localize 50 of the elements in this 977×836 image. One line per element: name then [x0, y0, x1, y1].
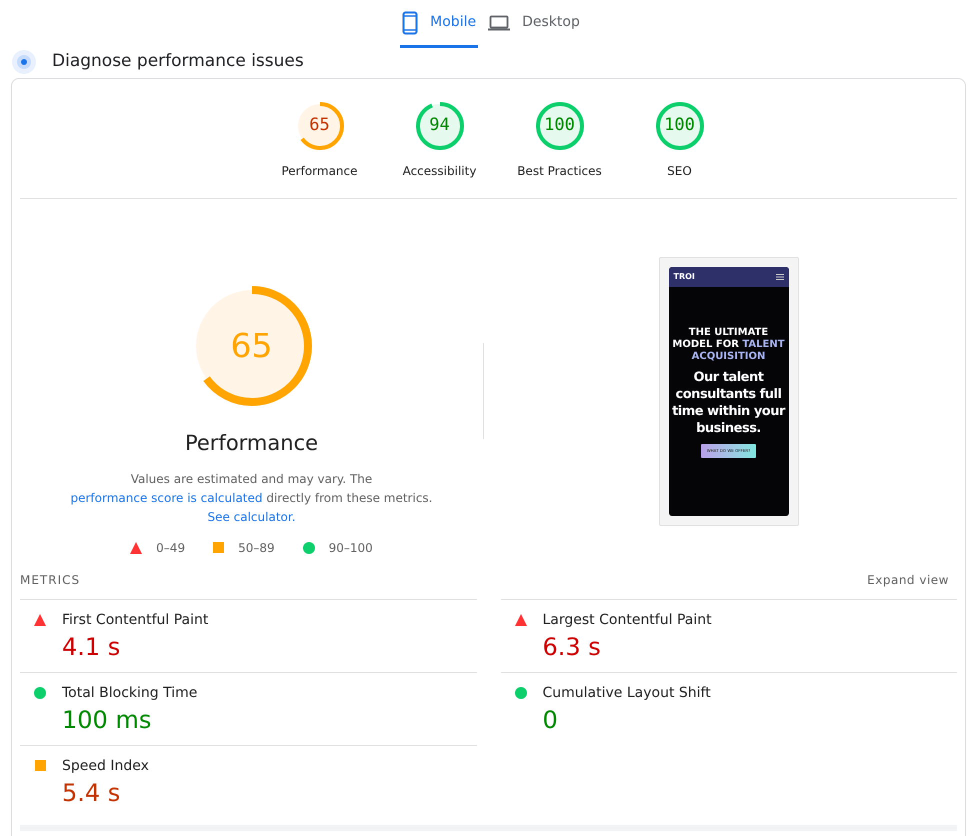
description-link[interactable]: See calculator.: [207, 510, 296, 524]
menu-icon: [776, 274, 784, 280]
site-headline: THE ULTIMATE MODEL FOR TALENT ACQUISITION: [671, 327, 786, 363]
gauge-label: SEO: [667, 163, 692, 180]
metric-name: Largest Contentful Paint: [542, 612, 712, 628]
rating-icon: [34, 614, 46, 626]
device-tab[interactable]: Mobile: [400, 0, 478, 48]
gauge-label: Accessibility: [402, 163, 476, 180]
metric-name: First Contentful Paint: [62, 612, 208, 628]
legend-icon: [213, 542, 224, 553]
legend-icon: [302, 542, 315, 554]
rating-icon: [34, 686, 46, 698]
metric-value: 6.3 s: [542, 632, 602, 662]
radar-icon: [12, 50, 36, 74]
site-subheading: Our talent consultants full time within your business.: [671, 369, 786, 437]
score-gauge: [296, 102, 344, 150]
metric-name: Speed Index: [62, 758, 149, 774]
score-gauge: [656, 102, 704, 150]
score-gauge: [416, 102, 464, 150]
laptop-icon: [488, 14, 510, 30]
section-heading: Diagnose performance issues: [52, 50, 304, 74]
metric-value: 5.4 s: [62, 778, 122, 808]
category-title: Performance: [184, 430, 318, 457]
legend-label: 90–100: [328, 540, 373, 556]
legend-label: 0–49: [156, 540, 186, 556]
gauge-label: Best Practices: [517, 163, 602, 180]
rating-icon: [34, 760, 46, 770]
metric-value: 100 ms: [62, 704, 152, 736]
metric-value: 4.1 s: [62, 632, 122, 662]
metric-name: Total Blocking Time: [62, 684, 198, 702]
phone-icon: [402, 10, 418, 34]
expand-view-button[interactable]: Expand view: [867, 570, 949, 588]
score-value: 65: [309, 114, 330, 138]
rating-icon: [514, 614, 526, 626]
score-value: 100: [544, 114, 575, 138]
metric-name: Cumulative Layout Shift: [542, 684, 711, 702]
score-value: 100: [664, 114, 695, 138]
site-logo: TROI: [674, 271, 695, 283]
score-gauge: [536, 102, 584, 150]
score-description: Values are estimated and may vary. The performance score is calculated directly from these metrics. See calculator.: [70, 470, 434, 526]
legend-icon: [130, 542, 142, 554]
metric-value: 0: [542, 704, 559, 736]
legend-label: 50–89: [238, 540, 275, 556]
rating-icon: [514, 686, 526, 698]
score-value: 65: [230, 325, 272, 368]
gauge-label: Performance: [281, 163, 358, 180]
description-link[interactable]: performance score is calculated: [70, 490, 263, 504]
metrics-heading: METRICS: [20, 572, 80, 588]
device-tab[interactable]: Desktop: [486, 0, 582, 48]
score-value: 94: [429, 114, 450, 138]
